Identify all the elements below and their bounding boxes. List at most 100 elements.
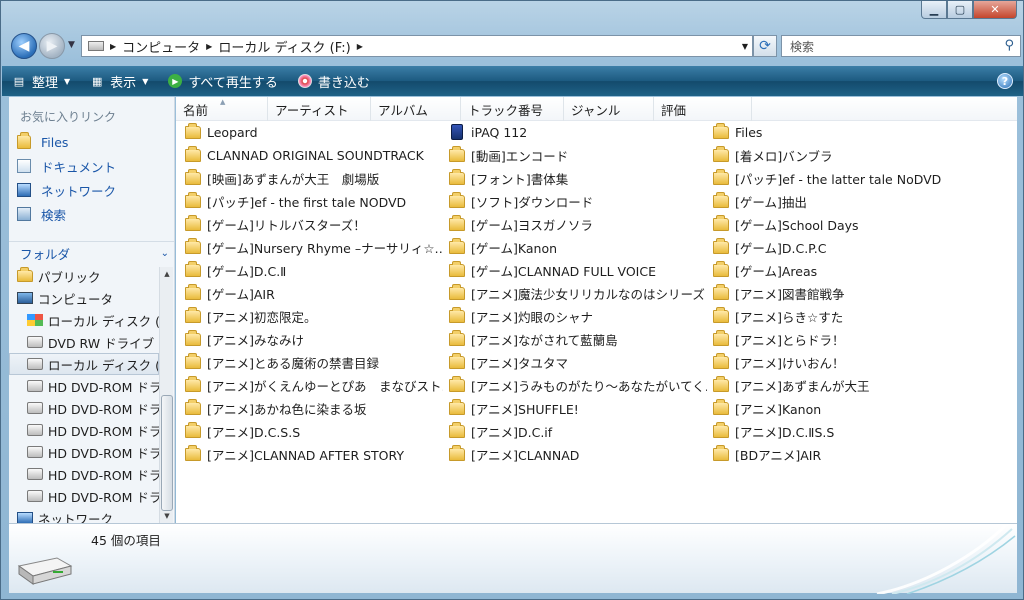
list-item[interactable]: [BDアニメ]AIR xyxy=(713,444,971,464)
item-label: [ソフト]ダウンロード xyxy=(471,194,594,210)
scroll-down-icon[interactable]: ▼ xyxy=(160,509,174,523)
list-item[interactable]: [アニメ]Kanon xyxy=(713,398,971,418)
list-item[interactable]: [アニメ]みなみけ xyxy=(185,329,443,349)
search-input[interactable]: 検索 ⚲ xyxy=(781,35,1021,57)
breadcrumb-separator[interactable]: ▶ xyxy=(110,42,116,51)
list-item[interactable]: CLANNAD ORIGINAL SOUNDTRACK xyxy=(185,145,443,165)
breadcrumb-local-disk[interactable]: ローカル ディスク (F:) xyxy=(218,37,350,56)
column-rating[interactable]: 評価 xyxy=(654,97,752,121)
favorite-network[interactable]: ネットワーク xyxy=(9,178,174,202)
help-icon[interactable]: ? xyxy=(997,73,1013,89)
column-artist[interactable]: アーティスト xyxy=(268,97,371,121)
list-item[interactable]: [アニメ]図書館戦争 xyxy=(713,283,971,303)
list-item[interactable]: [アニメ]CLANNAD AFTER STORY xyxy=(185,444,443,464)
list-item[interactable]: [ゲーム]D.C.Ⅱ xyxy=(185,260,443,280)
list-item[interactable]: [アニメ]D.C.if xyxy=(449,421,707,441)
recent-pages-dropdown[interactable]: ▼ xyxy=(68,40,75,50)
tree-item-hd-dvd[interactable]: HD DVD-ROM ドラ xyxy=(9,441,159,463)
tree-item-hd-dvd[interactable]: HD DVD-ROM ドラ xyxy=(9,485,159,507)
list-item[interactable]: [動画]エンコード xyxy=(449,145,707,165)
back-button[interactable]: ◀ xyxy=(11,33,37,59)
tree-item-local-disk-c[interactable]: ローカル ディスク ( xyxy=(9,309,159,331)
tree-item-local-disk-f[interactable]: ローカル ディスク ( xyxy=(9,353,159,375)
list-item[interactable]: [アニメ]D.C.ⅡS.S xyxy=(713,421,971,441)
list-item[interactable]: Files xyxy=(713,122,971,142)
list-item[interactable]: [ゲーム]抽出 xyxy=(713,191,971,211)
list-item[interactable]: [アニメ]魔法少女リリカルなのはシリーズ xyxy=(449,283,707,303)
breadcrumb-separator[interactable]: ▶ xyxy=(206,42,212,51)
list-item[interactable]: [アニメ]タユタマ xyxy=(449,352,707,372)
nav-scrollbar[interactable]: ▲ ▼ xyxy=(159,267,173,523)
list-item[interactable]: [ソフト]ダウンロード xyxy=(449,191,707,211)
address-dropdown-icon[interactable]: ▼ xyxy=(742,42,748,51)
folders-header[interactable]: フォルダ ⌄ xyxy=(9,241,174,265)
list-item[interactable]: [アニメ]あかね色に染まる坂 xyxy=(185,398,443,418)
list-item[interactable]: [アニメ]とある魔術の禁書目録 xyxy=(185,352,443,372)
scroll-up-icon[interactable]: ▲ xyxy=(160,267,174,281)
search-icon[interactable]: ⚲ xyxy=(1004,38,1014,53)
list-item[interactable]: [アニメ]けいおん！ xyxy=(713,352,971,372)
list-item[interactable]: [アニメ]SHUFFLE! xyxy=(449,398,707,418)
list-item[interactable]: [ゲーム]Areas xyxy=(713,260,971,280)
favorite-search[interactable]: 検索 xyxy=(9,202,174,226)
list-item[interactable]: [パッチ]ef - the latter tale NoDVD xyxy=(713,168,971,188)
list-item[interactable]: [ゲーム]AIR xyxy=(185,283,443,303)
hd-dvd-drive-icon xyxy=(27,446,43,458)
play-all-label: すべて再生する xyxy=(188,75,278,91)
column-genre[interactable]: ジャンル xyxy=(564,97,654,121)
tree-item-hd-dvd[interactable]: HD DVD-ROM ドラ xyxy=(9,375,159,397)
list-item[interactable]: [ゲーム]CLANNAD FULL VOICE xyxy=(449,260,707,280)
list-item[interactable]: [ゲーム]School Days xyxy=(713,214,971,234)
list-item[interactable]: [アニメ]あずまんが大王 xyxy=(713,375,971,395)
column-track[interactable]: トラック番号 xyxy=(461,97,564,121)
tree-item-hd-dvd[interactable]: HD DVD-ROM ドラ xyxy=(9,419,159,441)
list-item[interactable]: Leopard xyxy=(185,122,443,142)
list-item[interactable]: [フォント]書体集 xyxy=(449,168,707,188)
list-item[interactable]: [パッチ]ef - the first tale NODVD xyxy=(185,191,443,211)
list-item[interactable]: [ゲーム]リトルバスターズ！ xyxy=(185,214,443,234)
tree-item-hd-dvd[interactable]: HD DVD-ROM ドラ xyxy=(9,463,159,485)
burn-button[interactable]: 書き込む xyxy=(288,66,380,96)
breadcrumb-computer[interactable]: コンピュータ xyxy=(122,37,200,56)
scroll-thumb[interactable] xyxy=(161,395,173,511)
list-item[interactable]: [アニメ]らき☆すた xyxy=(713,306,971,326)
tree-item-network[interactable]: ネットワーク xyxy=(9,507,159,523)
maximize-button[interactable]: ▢ xyxy=(947,1,973,19)
folder-icon xyxy=(449,329,465,346)
tree-item-computer[interactable]: コンピュータ xyxy=(9,287,159,309)
tree-item-hd-dvd[interactable]: HD DVD-ROM ドラ xyxy=(9,397,159,419)
folder-icon xyxy=(449,260,465,277)
list-item[interactable]: [アニメ]がくえんゆーとぴあ まなびスト… xyxy=(185,375,443,395)
list-item[interactable]: [アニメ]CLANNAD xyxy=(449,444,707,464)
address-field[interactable]: ▶ コンピュータ ▶ ローカル ディスク (F:) ▶ ▼ xyxy=(81,35,753,57)
list-item[interactable]: [ゲーム]D.C.P.C xyxy=(713,237,971,257)
organize-button[interactable]: ▤ 整理 ▼ xyxy=(2,66,80,96)
favorite-documents[interactable]: ドキュメント xyxy=(9,154,174,178)
list-item[interactable]: iPAQ 112 xyxy=(449,122,707,142)
view-button[interactable]: ▦ 表示 ▼ xyxy=(80,66,158,96)
chevron-down-icon: ▼ xyxy=(142,76,149,86)
column-album[interactable]: アルバム xyxy=(371,97,461,121)
column-name[interactable]: 名前 ▲ xyxy=(176,97,268,121)
list-item[interactable]: [アニメ]とらドラ！ xyxy=(713,329,971,349)
list-item[interactable]: [アニメ]ながされて藍蘭島 xyxy=(449,329,707,349)
favorite-files[interactable]: Files xyxy=(9,130,174,154)
tree-item-public[interactable]: パブリック xyxy=(9,265,159,287)
minimize-button[interactable]: ▁ xyxy=(921,1,947,19)
list-item[interactable]: [アニメ]灼眼のシャナ xyxy=(449,306,707,326)
list-item[interactable]: [アニメ]D.C.S.S xyxy=(185,421,443,441)
forward-button[interactable]: ▶ xyxy=(39,33,65,59)
list-item[interactable]: [ゲーム]Nursery Rhyme –ナーサリィ☆… xyxy=(185,237,443,257)
list-item[interactable]: [ゲーム]Kanon xyxy=(449,237,707,257)
list-item[interactable]: [着メロ]バンブラ xyxy=(713,145,971,165)
play-all-button[interactable]: ▶ すべて再生する xyxy=(158,66,288,96)
folder-icon xyxy=(185,329,201,346)
list-item[interactable]: [映画]あずまんが大王 劇場版 xyxy=(185,168,443,188)
breadcrumb-separator[interactable]: ▶ xyxy=(357,42,363,51)
list-item[interactable]: [ゲーム]ヨスガノソラ xyxy=(449,214,707,234)
list-item[interactable]: [アニメ]初恋限定。 xyxy=(185,306,443,326)
refresh-button[interactable]: ⟳ xyxy=(753,35,777,57)
tree-item-dvd-rw[interactable]: DVD RW ドライブ xyxy=(9,331,159,353)
list-item[interactable]: [アニメ]うみものがたり〜あなたがいてく… xyxy=(449,375,707,395)
close-button[interactable]: ✕ xyxy=(973,1,1017,19)
